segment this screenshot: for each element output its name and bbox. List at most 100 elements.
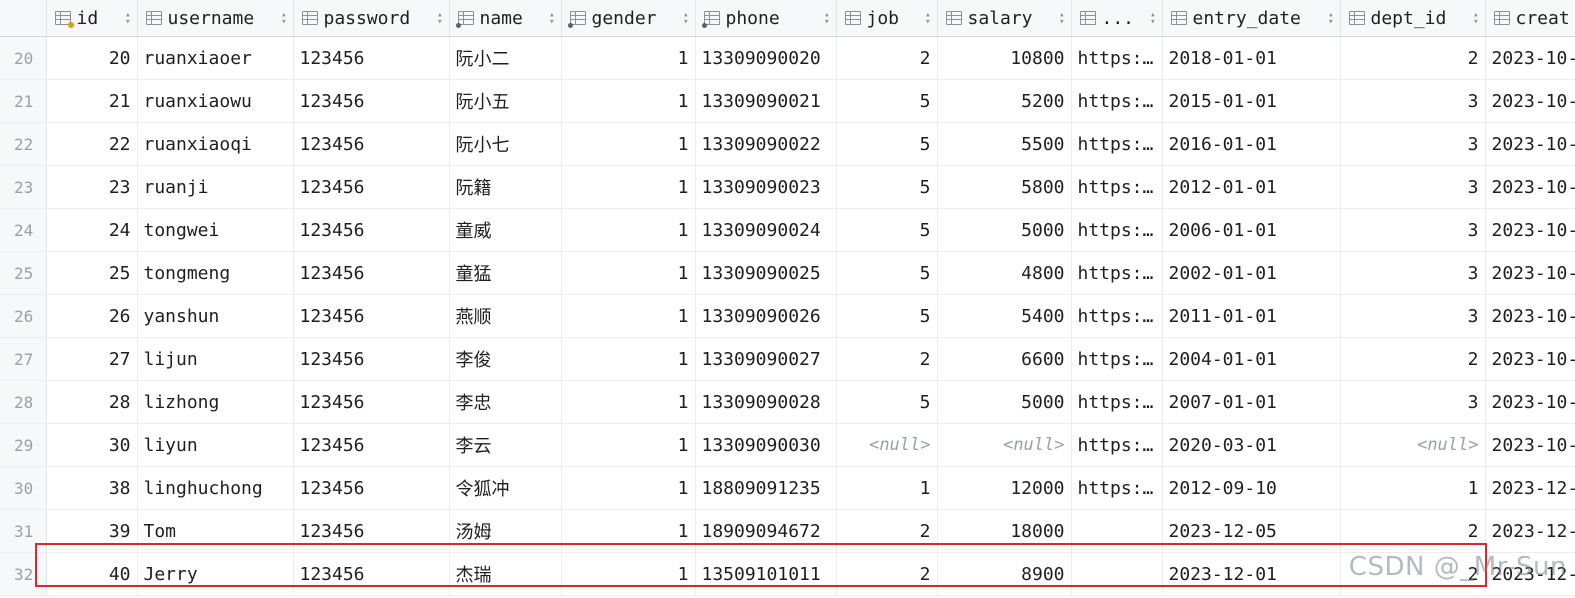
cell-job[interactable]: 1 <box>836 466 938 510</box>
cell-salary[interactable]: 4800 <box>937 251 1072 295</box>
cell-username[interactable]: Jerry <box>137 552 294 596</box>
cell-create_time[interactable]: 2023-12- <box>1485 552 1575 596</box>
cell-phone[interactable]: 13309090026 <box>695 294 837 338</box>
cell-gender[interactable]: 1 <box>561 466 696 510</box>
cell-password[interactable]: 123456 <box>293 509 450 553</box>
cell-image[interactable]: https:… <box>1071 251 1163 295</box>
sort-icon[interactable]: ▴ ▾ <box>437 11 442 27</box>
cell-salary[interactable]: 5800 <box>937 165 1072 209</box>
cell-dept_id[interactable]: 2 <box>1340 552 1486 596</box>
cell-create_time[interactable]: 2023-10- <box>1485 380 1575 424</box>
cell-name[interactable]: 汤姆 <box>449 509 562 553</box>
cell-username[interactable]: lizhong <box>137 380 294 424</box>
cell-id[interactable]: 20 <box>46 36 138 80</box>
cell-id[interactable]: 23 <box>46 165 138 209</box>
cell-entry_date[interactable]: 2015-01-01 <box>1162 79 1341 123</box>
cell-username[interactable]: lijun <box>137 337 294 381</box>
sort-icon[interactable]: ▴ ▾ <box>549 11 554 27</box>
table-row[interactable]: 25 25 tongmeng 123456 童猛 1 13309090025 5 4800 htt… <box>0 251 1575 295</box>
cell-phone[interactable]: 13309090021 <box>695 79 837 123</box>
cell-image[interactable]: https:… <box>1071 79 1163 123</box>
cell-id[interactable]: 24 <box>46 208 138 252</box>
cell-name[interactable]: 童威 <box>449 208 562 252</box>
cell-job[interactable]: 2 <box>836 552 938 596</box>
cell-gender[interactable]: 1 <box>561 552 696 596</box>
row-number[interactable]: 30 <box>0 466 47 510</box>
cell-salary[interactable]: 12000 <box>937 466 1072 510</box>
column-header-dept_id[interactable]: dept_id ▴ ▾ <box>1340 0 1486 37</box>
row-number[interactable]: 24 <box>0 208 47 252</box>
sort-icon[interactable]: ▴ ▾ <box>1059 11 1064 27</box>
cell-id[interactable]: 26 <box>46 294 138 338</box>
cell-gender[interactable]: 1 <box>561 337 696 381</box>
cell-job[interactable]: 2 <box>836 36 938 80</box>
sort-icon[interactable]: ▴ ▾ <box>824 11 829 27</box>
cell-entry_date[interactable]: 2006-01-01 <box>1162 208 1341 252</box>
table-row[interactable]: 29 30 liyun 123456 李云 1 13309090030 <null> <null… <box>0 423 1575 467</box>
cell-create_time[interactable]: 2023-10- <box>1485 122 1575 166</box>
sort-icon[interactable]: ▴ ▾ <box>125 11 130 27</box>
cell-gender[interactable]: 1 <box>561 423 696 467</box>
cell-salary[interactable]: 5500 <box>937 122 1072 166</box>
column-header-job[interactable]: job ▴ ▾ <box>836 0 938 37</box>
cell-dept_id[interactable]: <null> <box>1340 423 1486 467</box>
row-number[interactable]: 32 <box>0 552 47 596</box>
cell-job[interactable]: <null> <box>836 423 938 467</box>
cell-salary[interactable]: 10800 <box>937 36 1072 80</box>
cell-entry_date[interactable]: 2020-03-01 <box>1162 423 1341 467</box>
table-row[interactable]: 20 20 ruanxiaoer 123456 阮小二 1 13309090020 2 1080… <box>0 36 1575 80</box>
cell-id[interactable]: 25 <box>46 251 138 295</box>
cell-phone[interactable]: 13309090024 <box>695 208 837 252</box>
cell-password[interactable]: 123456 <box>293 208 450 252</box>
cell-username[interactable]: ruanxiaoer <box>137 36 294 80</box>
cell-create_time[interactable]: 2023-10- <box>1485 337 1575 381</box>
table-row[interactable]: 21 21 ruanxiaowu 123456 阮小五 1 13309090021 5 5200… <box>0 79 1575 123</box>
cell-password[interactable]: 123456 <box>293 122 450 166</box>
cell-dept_id[interactable]: 3 <box>1340 165 1486 209</box>
cell-password[interactable]: 123456 <box>293 380 450 424</box>
cell-username[interactable]: liyun <box>137 423 294 467</box>
cell-name[interactable]: 阮小二 <box>449 36 562 80</box>
table-row[interactable]: 27 27 lijun 123456 李俊 1 13309090027 2 6600 https:… <box>0 337 1575 381</box>
row-number[interactable]: 26 <box>0 294 47 338</box>
table-row[interactable]: 26 26 yanshun 123456 燕顺 1 13309090026 5 5400 http… <box>0 294 1575 338</box>
row-number[interactable]: 31 <box>0 509 47 553</box>
cell-phone[interactable]: 18909094672 <box>695 509 837 553</box>
cell-create_time[interactable]: 2023-10- <box>1485 79 1575 123</box>
cell-entry_date[interactable]: 2018-01-01 <box>1162 36 1341 80</box>
cell-name[interactable]: 阮小七 <box>449 122 562 166</box>
sort-icon[interactable]: ▴ ▾ <box>1150 11 1155 27</box>
cell-salary[interactable]: 5000 <box>937 208 1072 252</box>
cell-gender[interactable]: 1 <box>561 208 696 252</box>
column-header-salary[interactable]: salary ▴ ▾ <box>937 0 1072 37</box>
cell-job[interactable]: 5 <box>836 380 938 424</box>
cell-id[interactable]: 40 <box>46 552 138 596</box>
row-number[interactable]: 25 <box>0 251 47 295</box>
cell-name[interactable]: 杰瑞 <box>449 552 562 596</box>
cell-password[interactable]: 123456 <box>293 337 450 381</box>
cell-job[interactable]: 2 <box>836 337 938 381</box>
cell-gender[interactable]: 1 <box>561 509 696 553</box>
column-header-id[interactable]: id ▴ ▾ <box>46 0 138 37</box>
cell-image[interactable] <box>1071 509 1163 553</box>
row-number[interactable]: 23 <box>0 165 47 209</box>
cell-entry_date[interactable]: 2012-01-01 <box>1162 165 1341 209</box>
cell-dept_id[interactable]: 3 <box>1340 208 1486 252</box>
cell-phone[interactable]: 13309090025 <box>695 251 837 295</box>
row-number[interactable]: 20 <box>0 36 47 80</box>
cell-image[interactable]: https:… <box>1071 36 1163 80</box>
cell-phone[interactable]: 13309090030 <box>695 423 837 467</box>
table-row[interactable]: 30 38 linghuchong 123456 令狐冲 1 18809091235 1 120… <box>0 466 1575 510</box>
cell-entry_date[interactable]: 2023-12-05 <box>1162 509 1341 553</box>
column-header-gender[interactable]: gender ▴ ▾ <box>561 0 696 37</box>
cell-gender[interactable]: 1 <box>561 165 696 209</box>
cell-job[interactable]: 5 <box>836 251 938 295</box>
cell-image[interactable]: https:… <box>1071 294 1163 338</box>
column-header-phone[interactable]: phone ▴ ▾ <box>695 0 837 37</box>
sort-icon[interactable]: ▴ ▾ <box>1473 11 1478 27</box>
cell-image[interactable]: https:… <box>1071 337 1163 381</box>
cell-password[interactable]: 123456 <box>293 552 450 596</box>
cell-entry_date[interactable]: 2004-01-01 <box>1162 337 1341 381</box>
sort-icon[interactable]: ▴ ▾ <box>683 11 688 27</box>
cell-name[interactable]: 童猛 <box>449 251 562 295</box>
